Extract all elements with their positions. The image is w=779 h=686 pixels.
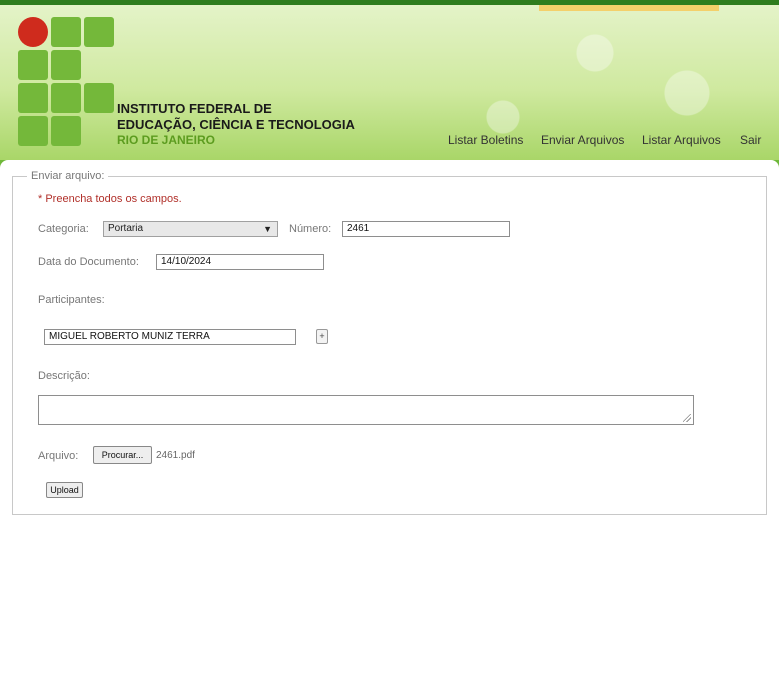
- add-participant-button[interactable]: +: [316, 329, 328, 344]
- logo-square: [18, 83, 48, 113]
- data-documento-input[interactable]: 14/10/2024: [156, 254, 324, 270]
- nav-sair[interactable]: Sair: [740, 133, 761, 147]
- resize-grip-icon[interactable]: [683, 414, 691, 422]
- logo-red-circle: [18, 17, 48, 47]
- main-panel: Enviar arquivo: * Preencha todos os camp…: [0, 160, 779, 686]
- descricao-label: Descrição:: [38, 370, 90, 382]
- form-legend: Enviar arquivo:: [31, 170, 105, 182]
- file-name-text: 2461.pdf: [156, 450, 195, 461]
- nav-label[interactable]: Enviar Arquivos: [541, 133, 624, 147]
- institution-line-3: RIO DE JANEIRO: [117, 133, 216, 147]
- browse-button[interactable]: Procurar...: [93, 446, 152, 464]
- logo-square: [84, 83, 114, 113]
- institution-line-2: EDUCAÇÃO, CIÊNCIA E TECNOLOGIA: [117, 117, 355, 132]
- numero-label: Número:: [289, 223, 332, 235]
- error-message: * Preencha todos os campos.: [38, 193, 182, 205]
- chevron-down-icon: ▼: [263, 224, 272, 234]
- logo-square: [51, 50, 81, 80]
- participante-input[interactable]: MIGUEL ROBERTO MUNIZ TERRA: [44, 329, 296, 345]
- descricao-textarea[interactable]: [38, 395, 694, 425]
- nav-enviar-arquivos[interactable]: Enviar Arquivos: [541, 133, 624, 147]
- categoria-selected-value: Portaria: [108, 223, 144, 234]
- logo-square: [18, 116, 48, 146]
- institution-line-1: INSTITUTO FEDERAL DE: [117, 101, 272, 116]
- if-logo: [18, 17, 118, 152]
- nav-label[interactable]: Sair: [740, 133, 761, 147]
- logo-square: [51, 83, 81, 113]
- site-header: INSTITUTO FEDERAL DE EDUCAÇÃO, CIÊNCIA E…: [0, 0, 779, 160]
- nav-label[interactable]: Listar Arquivos: [642, 133, 721, 147]
- nav-listar-boletins[interactable]: Listar Boletins: [448, 133, 523, 147]
- categoria-label: Categoria:: [38, 223, 89, 235]
- logo-square: [84, 17, 114, 47]
- institution-name: INSTITUTO FEDERAL DE EDUCAÇÃO, CIÊNCIA E…: [117, 101, 355, 148]
- logo-square: [51, 17, 81, 47]
- upload-button[interactable]: Upload: [46, 482, 83, 498]
- logo-square: [51, 116, 81, 146]
- nav-listar-arquivos[interactable]: Listar Arquivos: [642, 133, 721, 147]
- participantes-label: Participantes:: [38, 294, 105, 306]
- data-documento-label: Data do Documento:: [38, 256, 139, 268]
- numero-input[interactable]: 2461: [342, 221, 510, 237]
- arquivo-label: Arquivo:: [38, 450, 79, 462]
- logo-square: [18, 50, 48, 80]
- categoria-select[interactable]: Portaria ▼: [103, 221, 278, 237]
- nav-label[interactable]: Listar Boletins: [448, 133, 523, 147]
